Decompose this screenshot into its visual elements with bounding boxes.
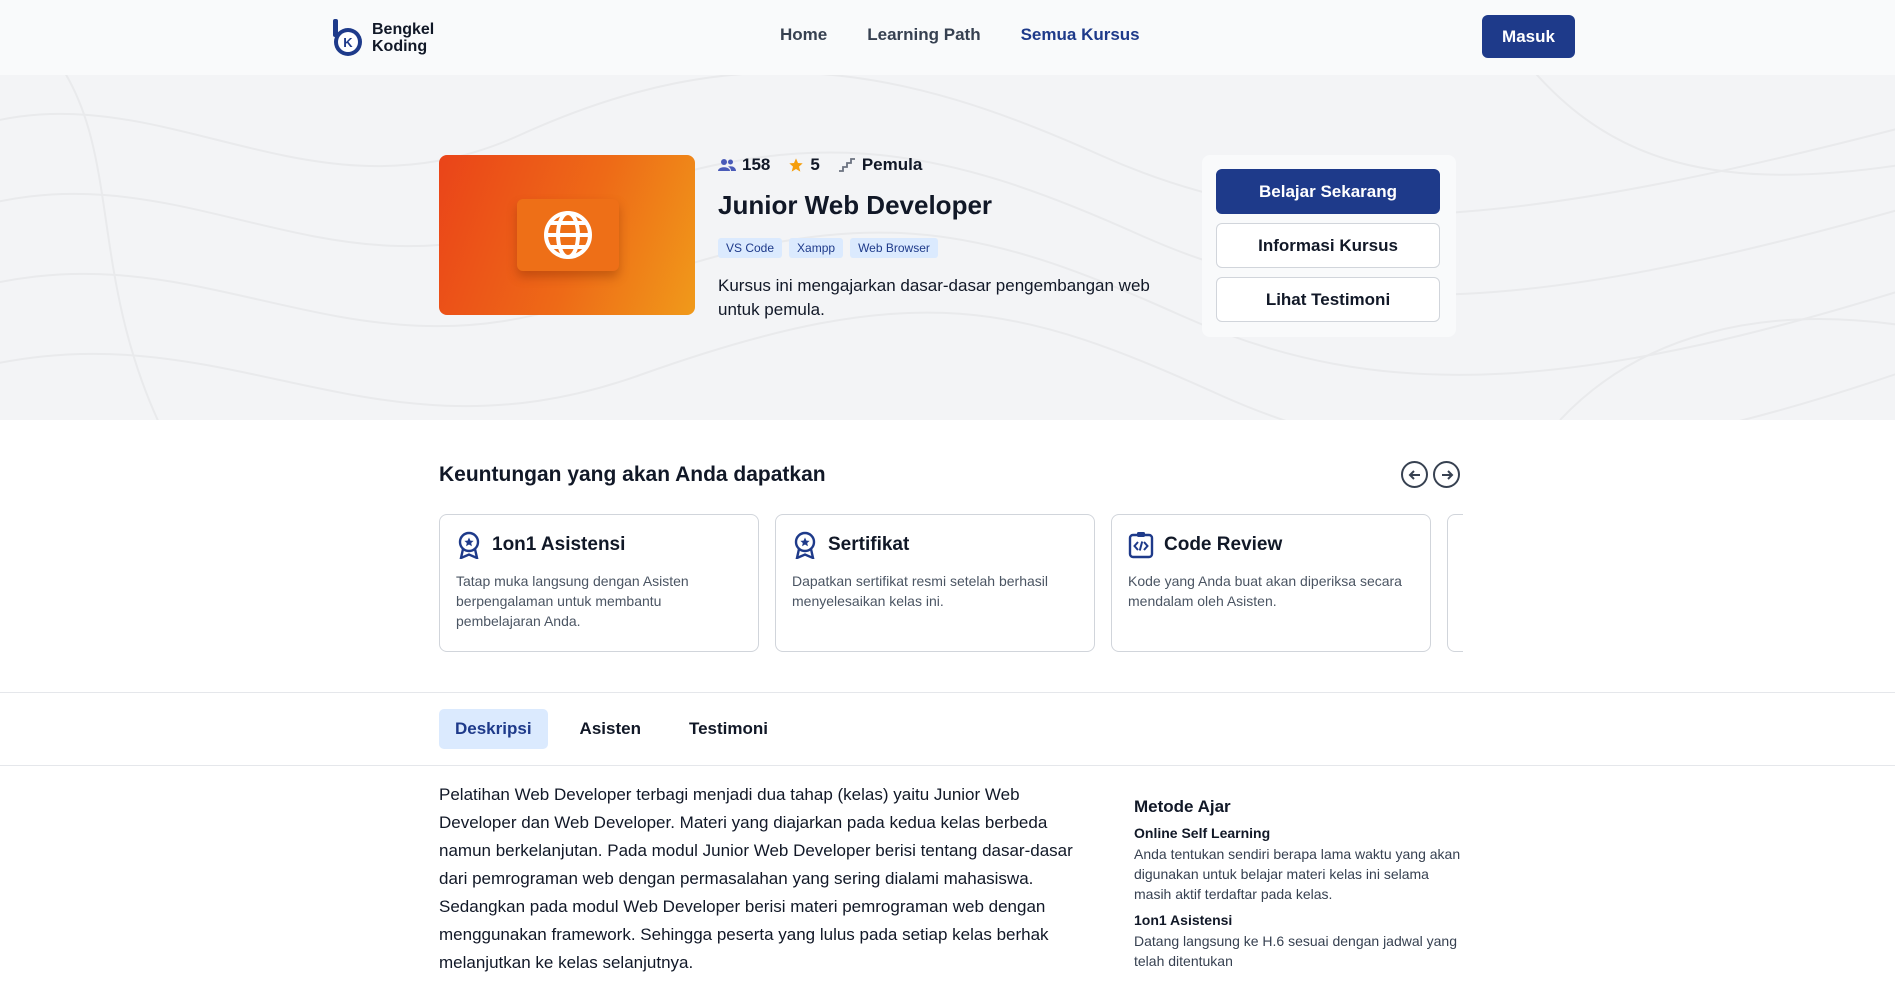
section-divider bbox=[0, 692, 1895, 693]
nav-semua-kursus[interactable]: Semua Kursus bbox=[1021, 25, 1140, 45]
tag-vs-code: VS Code bbox=[718, 238, 783, 258]
benefit-card-header: Code Review bbox=[1128, 531, 1414, 559]
globe-icon bbox=[544, 211, 592, 259]
carousel-controls bbox=[1401, 461, 1460, 488]
course-thumbnail bbox=[439, 155, 695, 315]
students-value: 158 bbox=[742, 155, 771, 174]
star-icon bbox=[789, 158, 804, 172]
arrow-left-icon bbox=[1408, 469, 1420, 480]
nav-home[interactable]: Home bbox=[780, 25, 827, 45]
teaching-method: Metode Ajar Online Self Learning Anda te… bbox=[1134, 797, 1464, 979]
benefit-card: Code Review Kode yang Anda buat akan dip… bbox=[1111, 514, 1431, 652]
benefits-title: Keuntungan yang akan Anda dapatkan bbox=[439, 463, 826, 486]
view-testimonials-button[interactable]: Lihat Testimoni bbox=[1216, 277, 1440, 322]
course-full-description: Pelatihan Web Developer terbagi menjadi … bbox=[439, 785, 1073, 972]
benefit-text: Tatap muka langsung dengan Asisten berpe… bbox=[456, 573, 689, 629]
students-count: 158 bbox=[718, 155, 770, 175]
level: Pemula bbox=[838, 155, 922, 175]
benefit-title: Code Review bbox=[1164, 534, 1283, 555]
benefits-carousel: 1on1 Asistensi Tatap muka langsung denga… bbox=[439, 514, 1463, 652]
brand-logo[interactable]: K Bengkel Koding bbox=[330, 18, 434, 58]
method-item-title: 1on1 Asistensi bbox=[1134, 912, 1233, 928]
level-value: Pemula bbox=[861, 155, 923, 174]
hero-background-pattern bbox=[0, 75, 1895, 420]
benefit-card: 1on1 Asistensi Tatap muka langsung denga… bbox=[439, 514, 759, 652]
course-actions-panel: Belajar Sekarang Informasi Kursus Lihat … bbox=[1202, 155, 1456, 337]
tab-deskripsi[interactable]: Deskripsi bbox=[439, 709, 548, 749]
bengkel-koding-logo-icon: K bbox=[333, 19, 362, 56]
carousel-prev-button[interactable] bbox=[1401, 461, 1428, 488]
benefit-card-partial bbox=[1447, 514, 1463, 652]
method-item-text: Anda tentukan sendiri berapa lama waktu … bbox=[1134, 846, 1461, 902]
login-button[interactable]: Masuk bbox=[1482, 15, 1575, 58]
benefit-text: Kode yang Anda buat akan diperiksa secar… bbox=[1128, 573, 1402, 609]
brand-line-1: Bengkel bbox=[372, 21, 435, 38]
stairs-icon bbox=[838, 158, 855, 172]
rating-value: 5 bbox=[810, 155, 820, 174]
benefit-title: Sertifikat bbox=[828, 534, 910, 555]
benefit-text: Dapatkan sertifikat resmi setelah berhas… bbox=[792, 573, 1049, 609]
thumbnail-card bbox=[517, 199, 619, 271]
award-icon bbox=[458, 531, 480, 559]
method-item-title: Online Self Learning bbox=[1134, 825, 1271, 841]
users-icon bbox=[718, 159, 736, 171]
course-info-button[interactable]: Informasi Kursus bbox=[1216, 223, 1440, 268]
course-tabs: Deskripsi Asisten Testimoni bbox=[439, 709, 784, 749]
award-icon bbox=[794, 531, 816, 559]
tabs-divider bbox=[0, 765, 1895, 766]
method-title: Metode Ajar bbox=[1134, 797, 1231, 816]
tab-asisten[interactable]: Asisten bbox=[564, 709, 657, 749]
brand-name: Bengkel Koding bbox=[372, 21, 434, 55]
course-short-description: Kursus ini mengajarkan dasar-dasar penge… bbox=[718, 276, 1150, 319]
logo-letter: K bbox=[343, 35, 353, 50]
main-nav: Home Learning Path Semua Kursus bbox=[780, 25, 1140, 45]
tag-web-browser: Web Browser bbox=[850, 238, 938, 258]
navbar: K Bengkel Koding Home Learning Path Semu… bbox=[0, 0, 1895, 75]
benefit-card-header: 1on1 Asistensi bbox=[456, 531, 742, 559]
tag-xampp: Xampp bbox=[789, 238, 844, 258]
brand-line-2: Koding bbox=[372, 38, 428, 55]
benefit-card-header: Sertifikat bbox=[792, 531, 1078, 559]
course-meta: 158 5 Pemula bbox=[718, 155, 922, 175]
code-review-icon bbox=[1128, 532, 1154, 559]
course-tags: VS Code Xampp Web Browser bbox=[718, 238, 938, 258]
nav-learning-path[interactable]: Learning Path bbox=[867, 25, 980, 45]
course-title: Junior Web Developer bbox=[718, 190, 993, 220]
benefit-title: 1on1 Asistensi bbox=[492, 534, 626, 555]
course-hero: 158 5 Pemula Junior Web Developer VS Cod… bbox=[0, 75, 1895, 420]
tab-testimoni[interactable]: Testimoni bbox=[673, 709, 784, 749]
method-item-text: Datang langsung ke H.6 sesuai dengan jad… bbox=[1134, 933, 1458, 969]
benefit-card: Sertifikat Dapatkan sertifikat resmi set… bbox=[775, 514, 1095, 652]
rating: 5 bbox=[788, 155, 820, 175]
start-learning-button[interactable]: Belajar Sekarang bbox=[1216, 169, 1440, 214]
arrow-right-icon bbox=[1441, 469, 1453, 480]
carousel-next-button[interactable] bbox=[1433, 461, 1460, 488]
